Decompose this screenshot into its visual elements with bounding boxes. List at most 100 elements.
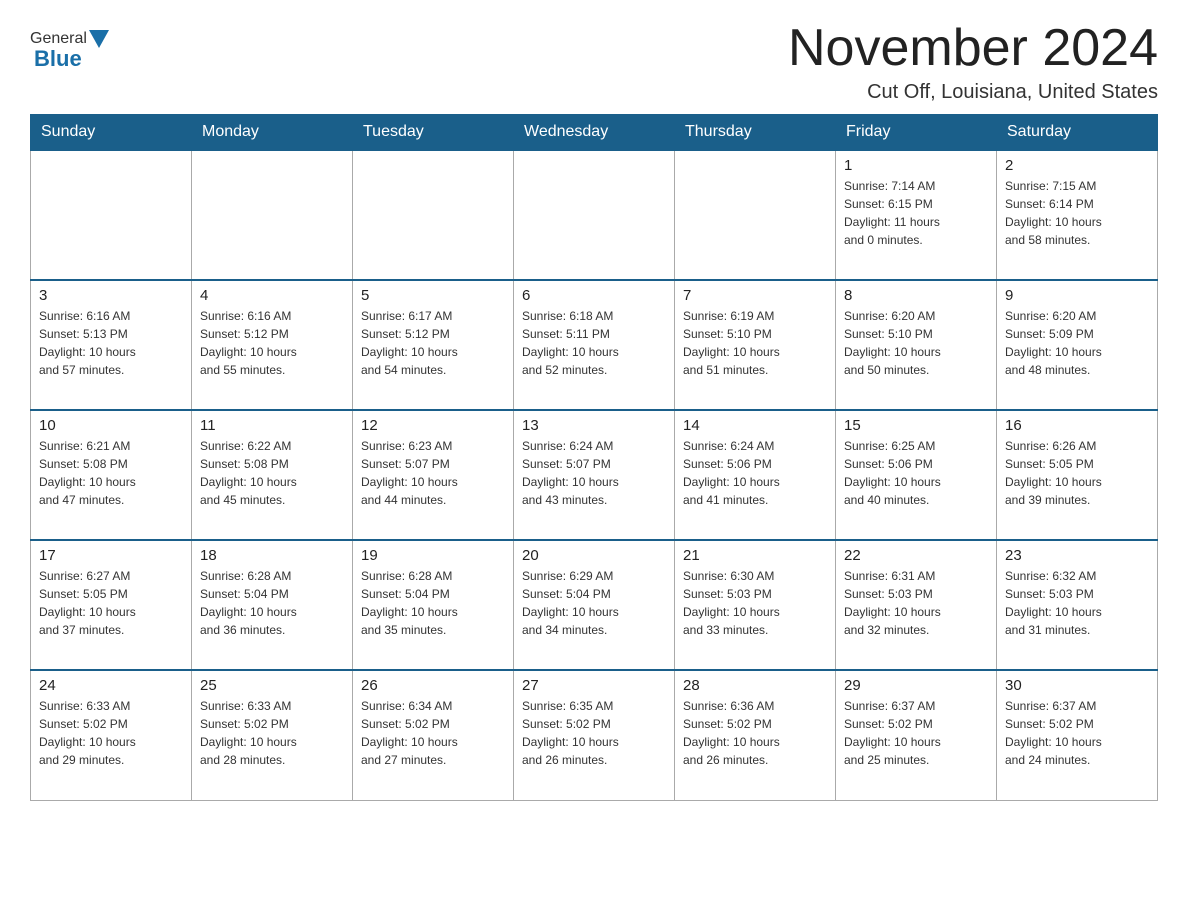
calendar-cell: 25 Sunrise: 6:33 AMSunset: 5:02 PMDayligh… — [192, 670, 353, 800]
calendar-cell — [192, 150, 353, 280]
day-number: 14 — [683, 417, 827, 434]
day-info: Sunrise: 6:22 AMSunset: 5:08 PMDaylight:… — [200, 437, 344, 509]
day-info: Sunrise: 6:16 AMSunset: 5:12 PMDaylight:… — [200, 307, 344, 379]
day-info: Sunrise: 6:18 AMSunset: 5:11 PMDaylight:… — [522, 307, 666, 379]
calendar-cell: 3 Sunrise: 6:16 AMSunset: 5:13 PMDaylight… — [31, 280, 192, 410]
calendar-cell: 11 Sunrise: 6:22 AMSunset: 5:08 PMDayligh… — [192, 410, 353, 540]
calendar-cell: 26Sunrise: 6:34 AMSunset: 5:02 PMDayligh… — [353, 670, 514, 800]
page-header: General Blue November 2024 Cut Off, Loui… — [30, 20, 1158, 104]
calendar-cell: 24 Sunrise: 6:33 AMSunset: 5:02 PMDayligh… — [31, 670, 192, 800]
title-section: November 2024 Cut Off, Louisiana, United… — [788, 20, 1158, 104]
calendar-cell — [514, 150, 675, 280]
day-number: 8 — [844, 287, 988, 304]
day-number: 22 — [844, 547, 988, 564]
day-info: Sunrise: 6:17 AMSunset: 5:12 PMDaylight:… — [361, 307, 505, 379]
day-number: 5 — [361, 287, 505, 304]
calendar-cell: 15Sunrise: 6:25 AMSunset: 5:06 PMDayligh… — [836, 410, 997, 540]
logo: General Blue — [30, 30, 111, 72]
main-title: November 2024 — [788, 20, 1158, 77]
calendar-cell: 29Sunrise: 6:37 AMSunset: 5:02 PMDayligh… — [836, 670, 997, 800]
day-number: 30 — [1005, 677, 1149, 694]
day-number: 2 — [1005, 157, 1149, 174]
calendar-cell: 5 Sunrise: 6:17 AMSunset: 5:12 PMDaylight… — [353, 280, 514, 410]
calendar-cell: 30 Sunrise: 6:37 AMSunset: 5:02 PMDayligh… — [997, 670, 1158, 800]
day-number: 4 — [200, 287, 344, 304]
calendar-week-row: 24 Sunrise: 6:33 AMSunset: 5:02 PMDayligh… — [31, 670, 1158, 800]
day-number: 16 — [1005, 417, 1149, 434]
day-info: Sunrise: 7:14 AMSunset: 6:15 PMDaylight:… — [844, 177, 988, 249]
day-number: 3 — [39, 287, 183, 304]
day-number: 24 — [39, 677, 183, 694]
calendar-cell: 1 Sunrise: 7:14 AMSunset: 6:15 PMDaylight… — [836, 150, 997, 280]
day-info: Sunrise: 6:28 AMSunset: 5:04 PMDaylight:… — [361, 567, 505, 639]
calendar-cell: 13 Sunrise: 6:24 AMSunset: 5:07 PMDayligh… — [514, 410, 675, 540]
day-number: 9 — [1005, 287, 1149, 304]
calendar-cell — [675, 150, 836, 280]
calendar-cell: 20 Sunrise: 6:29 AMSunset: 5:04 PMDayligh… — [514, 540, 675, 670]
day-of-week-header: Saturday — [997, 115, 1158, 151]
day-number: 7 — [683, 287, 827, 304]
day-info: Sunrise: 6:31 AMSunset: 5:03 PMDaylight:… — [844, 567, 988, 639]
day-info: Sunrise: 7:15 AMSunset: 6:14 PMDaylight:… — [1005, 177, 1149, 249]
day-number: 17 — [39, 547, 183, 564]
calendar-cell — [353, 150, 514, 280]
day-info: Sunrise: 6:19 AMSunset: 5:10 PMDaylight:… — [683, 307, 827, 379]
day-number: 10 — [39, 417, 183, 434]
day-info: Sunrise: 6:35 AMSunset: 5:02 PMDaylight:… — [522, 697, 666, 769]
day-info: Sunrise: 6:29 AMSunset: 5:04 PMDaylight:… — [522, 567, 666, 639]
day-number: 13 — [522, 417, 666, 434]
day-number: 6 — [522, 287, 666, 304]
day-number: 1 — [844, 157, 988, 174]
calendar-cell: 22 Sunrise: 6:31 AMSunset: 5:03 PMDayligh… — [836, 540, 997, 670]
calendar-cell — [31, 150, 192, 280]
calendar-week-row: 1 Sunrise: 7:14 AMSunset: 6:15 PMDaylight… — [31, 150, 1158, 280]
day-number: 12 — [361, 417, 505, 434]
day-info: Sunrise: 6:21 AMSunset: 5:08 PMDaylight:… — [39, 437, 183, 509]
day-of-week-header: Tuesday — [353, 115, 514, 151]
day-info: Sunrise: 6:27 AMSunset: 5:05 PMDaylight:… — [39, 567, 183, 639]
day-info: Sunrise: 6:20 AMSunset: 5:09 PMDaylight:… — [1005, 307, 1149, 379]
day-of-week-header: Monday — [192, 115, 353, 151]
calendar-cell: 7 Sunrise: 6:19 AMSunset: 5:10 PMDaylight… — [675, 280, 836, 410]
day-info: Sunrise: 6:24 AMSunset: 5:07 PMDaylight:… — [522, 437, 666, 509]
day-number: 21 — [683, 547, 827, 564]
day-number: 11 — [200, 417, 344, 434]
day-info: Sunrise: 6:37 AMSunset: 5:02 PMDaylight:… — [1005, 697, 1149, 769]
day-info: Sunrise: 6:37 AMSunset: 5:02 PMDaylight:… — [844, 697, 988, 769]
calendar-cell: 9 Sunrise: 6:20 AMSunset: 5:09 PMDaylight… — [997, 280, 1158, 410]
calendar-cell: 12Sunrise: 6:23 AMSunset: 5:07 PMDayligh… — [353, 410, 514, 540]
day-info: Sunrise: 6:16 AMSunset: 5:13 PMDaylight:… — [39, 307, 183, 379]
day-info: Sunrise: 6:33 AMSunset: 5:02 PMDaylight:… — [39, 697, 183, 769]
calendar-cell: 2 Sunrise: 7:15 AMSunset: 6:14 PMDaylight… — [997, 150, 1158, 280]
day-info: Sunrise: 6:28 AMSunset: 5:04 PMDaylight:… — [200, 567, 344, 639]
day-info: Sunrise: 6:33 AMSunset: 5:02 PMDaylight:… — [200, 697, 344, 769]
calendar-cell: 18 Sunrise: 6:28 AMSunset: 5:04 PMDayligh… — [192, 540, 353, 670]
day-number: 23 — [1005, 547, 1149, 564]
day-number: 18 — [200, 547, 344, 564]
day-number: 26 — [361, 677, 505, 694]
day-info: Sunrise: 6:36 AMSunset: 5:02 PMDaylight:… — [683, 697, 827, 769]
day-number: 25 — [200, 677, 344, 694]
calendar-cell: 6 Sunrise: 6:18 AMSunset: 5:11 PMDaylight… — [514, 280, 675, 410]
day-info: Sunrise: 6:25 AMSunset: 5:06 PMDaylight:… — [844, 437, 988, 509]
calendar-cell: 16Sunrise: 6:26 AMSunset: 5:05 PMDayligh… — [997, 410, 1158, 540]
calendar-header-row: SundayMondayTuesdayWednesdayThursdayFrid… — [31, 115, 1158, 151]
logo-triangle-icon — [89, 30, 109, 48]
day-info: Sunrise: 6:30 AMSunset: 5:03 PMDaylight:… — [683, 567, 827, 639]
day-number: 27 — [522, 677, 666, 694]
calendar-cell: 17 Sunrise: 6:27 AMSunset: 5:05 PMDayligh… — [31, 540, 192, 670]
calendar-table: SundayMondayTuesdayWednesdayThursdayFrid… — [30, 114, 1158, 801]
day-number: 19 — [361, 547, 505, 564]
calendar-cell: 19 Sunrise: 6:28 AMSunset: 5:04 PMDayligh… — [353, 540, 514, 670]
day-number: 20 — [522, 547, 666, 564]
logo-blue-text: Blue — [34, 46, 82, 72]
calendar-week-row: 3 Sunrise: 6:16 AMSunset: 5:13 PMDaylight… — [31, 280, 1158, 410]
calendar-cell: 8Sunrise: 6:20 AMSunset: 5:10 PMDaylight… — [836, 280, 997, 410]
day-info: Sunrise: 6:32 AMSunset: 5:03 PMDaylight:… — [1005, 567, 1149, 639]
calendar-week-row: 10 Sunrise: 6:21 AMSunset: 5:08 PMDayligh… — [31, 410, 1158, 540]
calendar-cell: 4 Sunrise: 6:16 AMSunset: 5:12 PMDaylight… — [192, 280, 353, 410]
calendar-cell: 21 Sunrise: 6:30 AMSunset: 5:03 PMDayligh… — [675, 540, 836, 670]
calendar-week-row: 17 Sunrise: 6:27 AMSunset: 5:05 PMDayligh… — [31, 540, 1158, 670]
day-of-week-header: Thursday — [675, 115, 836, 151]
calendar-cell: 27 Sunrise: 6:35 AMSunset: 5:02 PMDayligh… — [514, 670, 675, 800]
